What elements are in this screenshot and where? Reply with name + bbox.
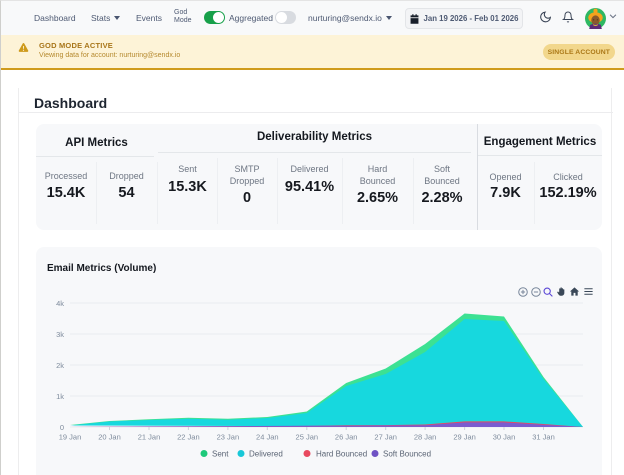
svg-text:0: 0 (60, 423, 64, 432)
svg-text:30 Jan: 30 Jan (493, 433, 516, 442)
svg-text:22 Jan: 22 Jan (177, 433, 200, 442)
svg-text:28 Jan: 28 Jan (414, 433, 437, 442)
svg-text:20 Jan: 20 Jan (98, 433, 121, 442)
svg-text:25 Jan: 25 Jan (296, 433, 319, 442)
svg-text:Sent: Sent (212, 450, 229, 459)
svg-text:29 Jan: 29 Jan (453, 433, 476, 442)
svg-text:Soft Bounced: Soft Bounced (383, 450, 431, 459)
svg-text:31 Jan: 31 Jan (532, 433, 555, 442)
svg-text:19 Jan: 19 Jan (59, 433, 82, 442)
svg-text:4k: 4k (56, 299, 64, 308)
svg-text:26 Jan: 26 Jan (335, 433, 358, 442)
svg-text:24 Jan: 24 Jan (256, 433, 279, 442)
svg-text:Hard Bounced: Hard Bounced (316, 450, 367, 459)
svg-text:2k: 2k (56, 361, 64, 370)
svg-text:27 Jan: 27 Jan (374, 433, 397, 442)
svg-text:1k: 1k (56, 392, 64, 401)
svg-text:3k: 3k (56, 330, 64, 339)
svg-text:21 Jan: 21 Jan (138, 433, 161, 442)
svg-text:Delivered: Delivered (249, 450, 283, 459)
svg-text:23 Jan: 23 Jan (217, 433, 240, 442)
